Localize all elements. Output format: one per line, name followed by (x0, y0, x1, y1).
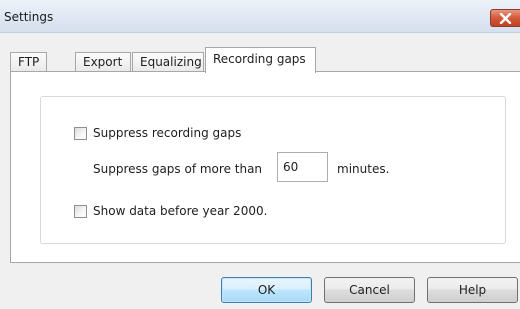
tab-ftp[interactable]: FTP (10, 52, 47, 72)
close-icon (499, 13, 512, 24)
tab-equalizing[interactable]: Equalizing (132, 52, 204, 72)
suppress-gaps-suffix-label: minutes. (337, 162, 390, 176)
show-data-before-2000-label[interactable]: Show data before year 2000. (93, 204, 267, 218)
help-button[interactable]: Help (427, 277, 518, 303)
window-title: Settings (4, 10, 54, 24)
suppress-recording-gaps-label[interactable]: Suppress recording gaps (93, 126, 241, 140)
title-bar[interactable]: Settings (0, 0, 520, 33)
show-data-before-2000-checkbox[interactable] (74, 205, 87, 218)
tab-recording-gaps[interactable]: Recording gaps (205, 47, 316, 73)
close-button[interactable] (490, 9, 520, 27)
recording-gaps-panel: Suppress recording gaps Suppress gaps of… (10, 71, 520, 263)
ok-button[interactable]: OK (221, 277, 312, 303)
tab-export[interactable]: Export (75, 52, 131, 72)
suppress-gaps-prefix-label: Suppress gaps of more than (93, 162, 263, 176)
cancel-button[interactable]: Cancel (324, 277, 415, 303)
recording-gaps-group: Suppress recording gaps Suppress gaps of… (40, 96, 506, 244)
gap-minutes-input[interactable] (277, 152, 328, 182)
settings-dialog: Settings FTP Export Equalizing Recording… (0, 0, 520, 309)
suppress-recording-gaps-checkbox[interactable] (74, 127, 87, 140)
